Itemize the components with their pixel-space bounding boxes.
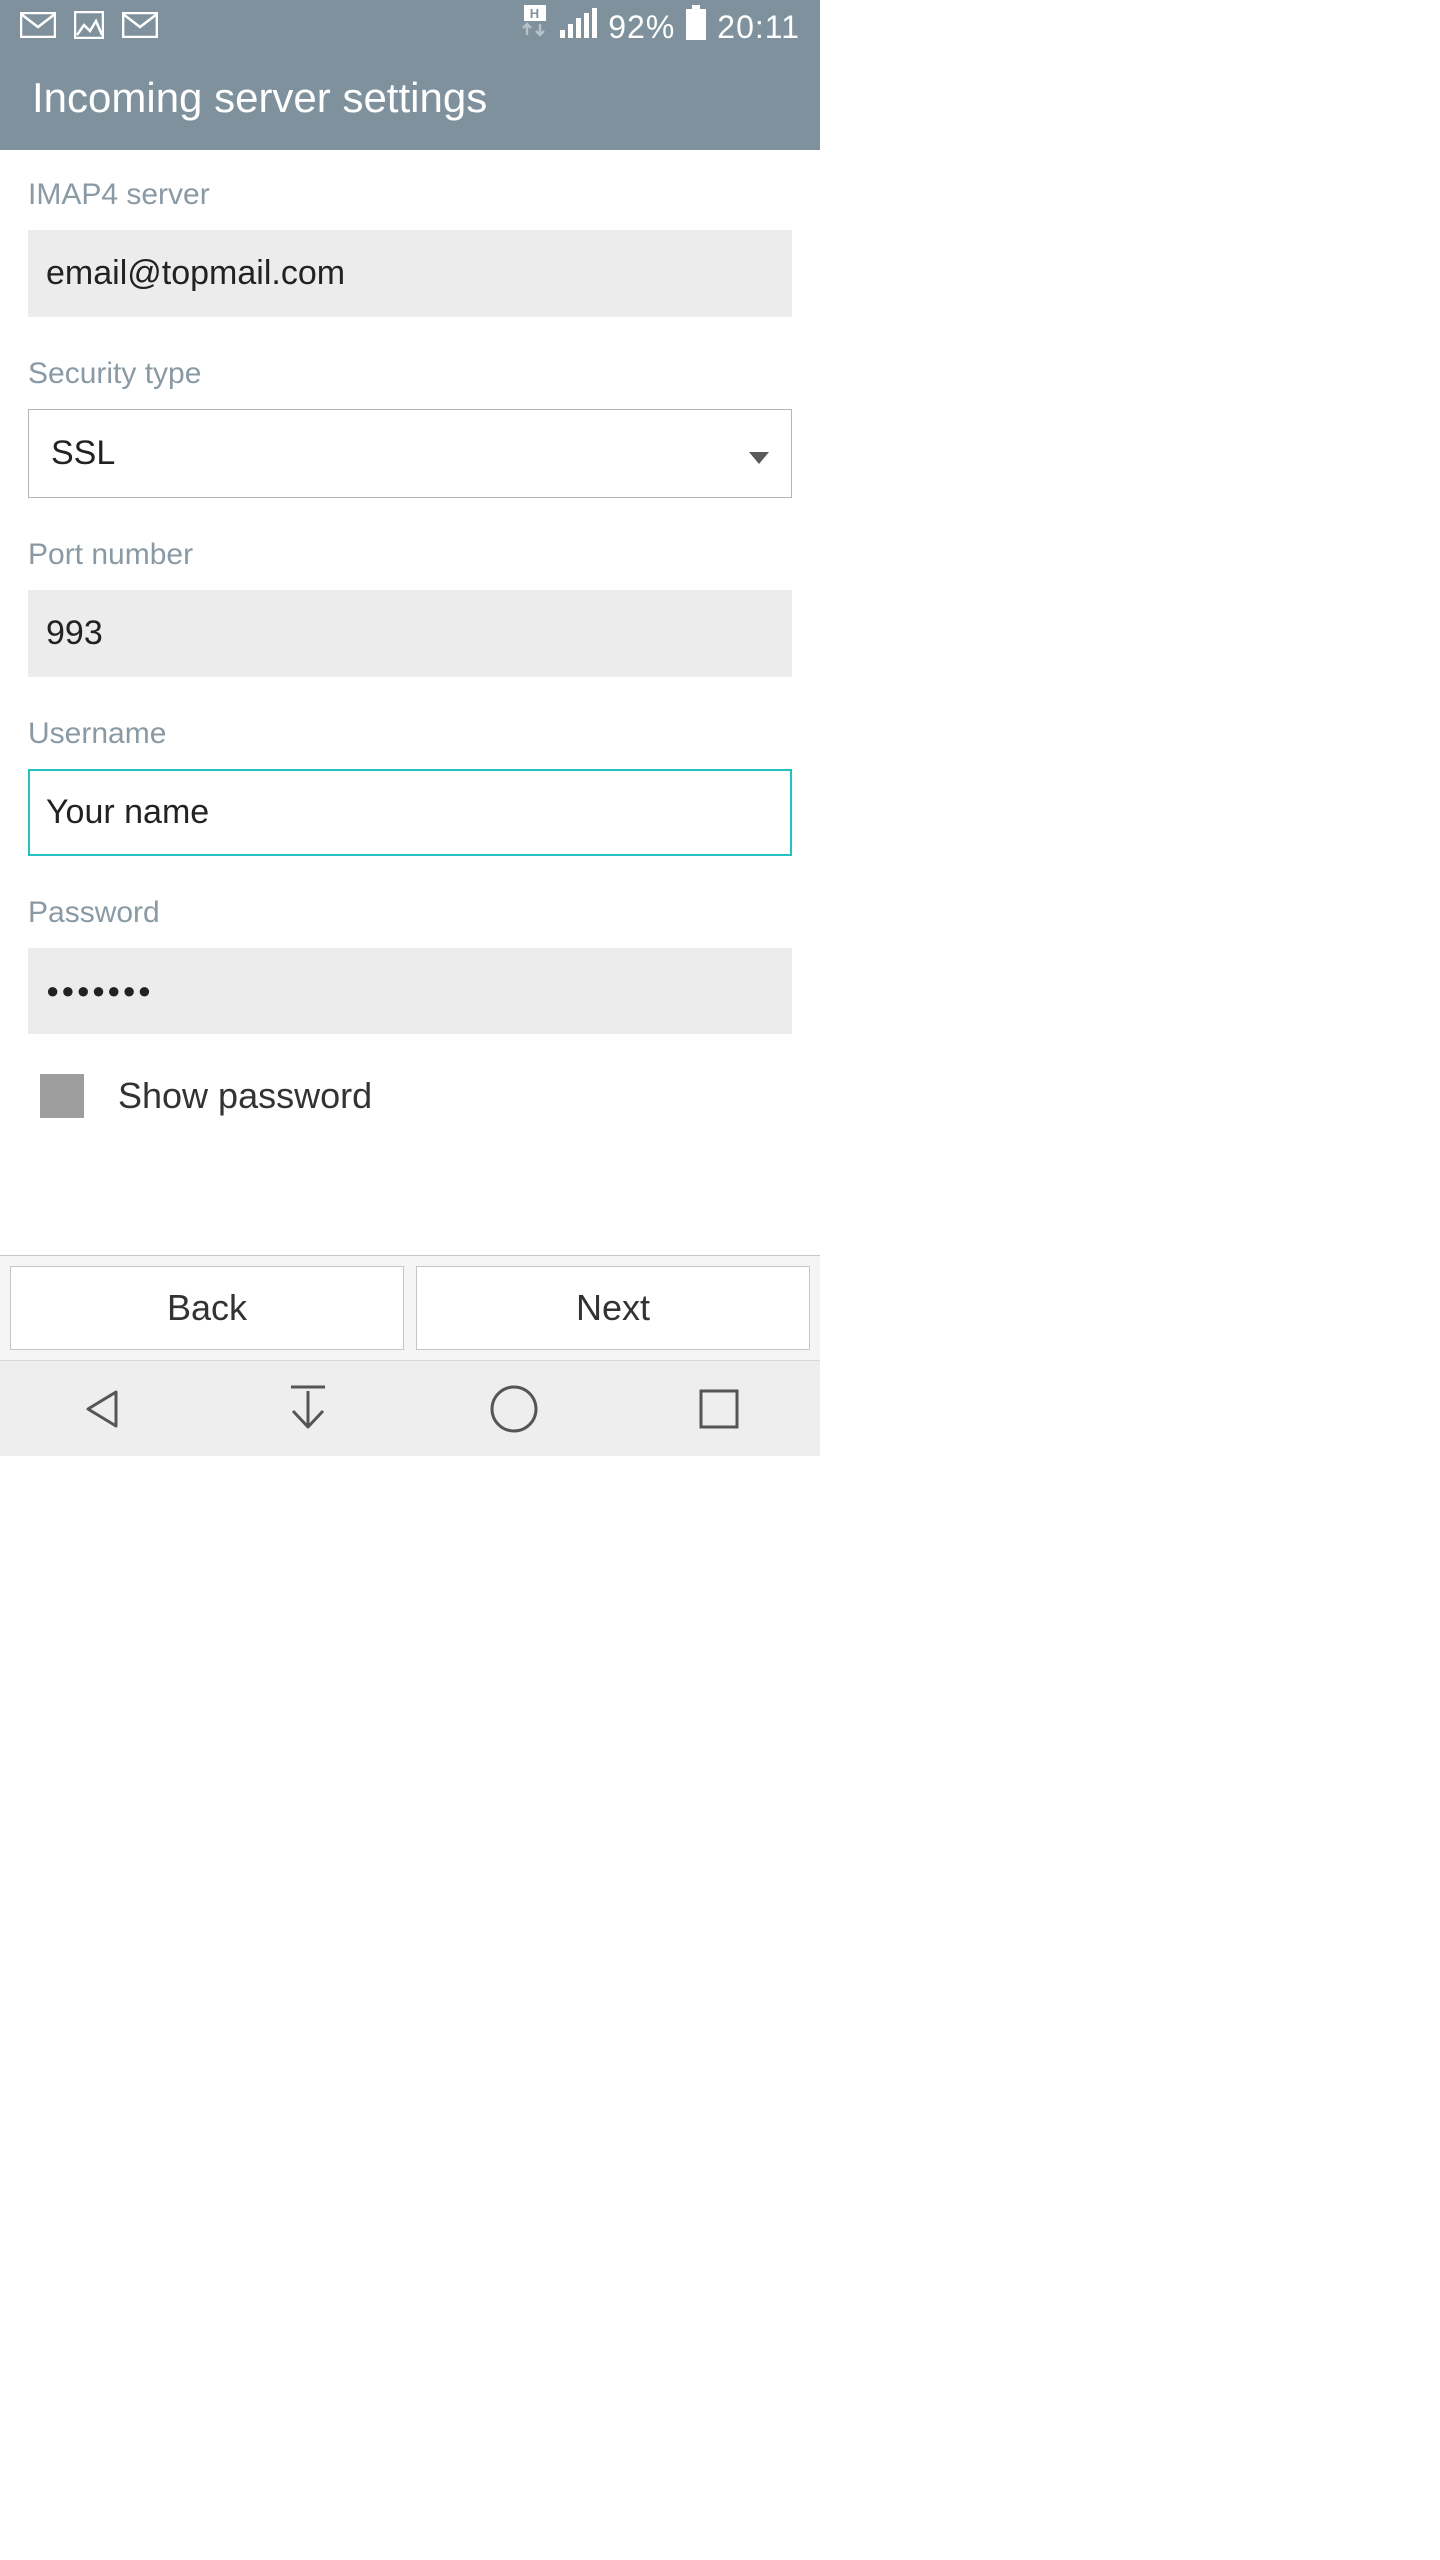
security-type-value: SSL: [51, 434, 115, 473]
show-password-row[interactable]: Show password: [28, 1074, 792, 1118]
settings-form: IMAP4 server email@topmail.com Security …: [0, 150, 820, 1255]
password-label: Password: [28, 896, 792, 930]
imap-server-input[interactable]: email@topmail.com: [28, 230, 792, 317]
network-h-icon: H: [520, 5, 550, 49]
imap-server-label: IMAP4 server: [28, 178, 792, 212]
page-title: Incoming server settings: [0, 54, 820, 150]
battery-percent: 92%: [608, 9, 675, 46]
nav-download-icon[interactable]: [283, 1381, 333, 1437]
gmail-icon: [122, 12, 158, 43]
username-input[interactable]: Your name: [28, 769, 792, 856]
image-icon: [74, 11, 104, 44]
status-left-icons: [20, 11, 158, 44]
mail-icon: [20, 12, 56, 43]
signal-icon: [560, 8, 598, 46]
nav-back-icon[interactable]: [78, 1384, 128, 1434]
show-password-checkbox[interactable]: [40, 1074, 84, 1118]
security-type-label: Security type: [28, 357, 792, 391]
chevron-down-icon: [749, 434, 769, 473]
security-type-select[interactable]: SSL: [28, 409, 792, 498]
next-button[interactable]: Next: [416, 1266, 810, 1350]
button-bar: Back Next: [0, 1255, 820, 1360]
clock-time: 20:11: [717, 9, 800, 46]
nav-recent-icon[interactable]: [695, 1385, 743, 1433]
svg-text:H: H: [530, 6, 540, 21]
status-right: H 92% 20:11: [520, 5, 800, 49]
password-input[interactable]: ●●●●●●●: [28, 948, 792, 1034]
battery-icon: [685, 5, 707, 49]
port-number-label: Port number: [28, 538, 792, 572]
back-button[interactable]: Back: [10, 1266, 404, 1350]
status-bar: H 92% 20:11: [0, 0, 820, 54]
username-label: Username: [28, 717, 792, 751]
show-password-label: Show password: [118, 1075, 372, 1117]
nav-home-icon[interactable]: [488, 1383, 540, 1435]
system-navigation-bar: [0, 1360, 820, 1456]
port-number-input[interactable]: 993: [28, 590, 792, 677]
